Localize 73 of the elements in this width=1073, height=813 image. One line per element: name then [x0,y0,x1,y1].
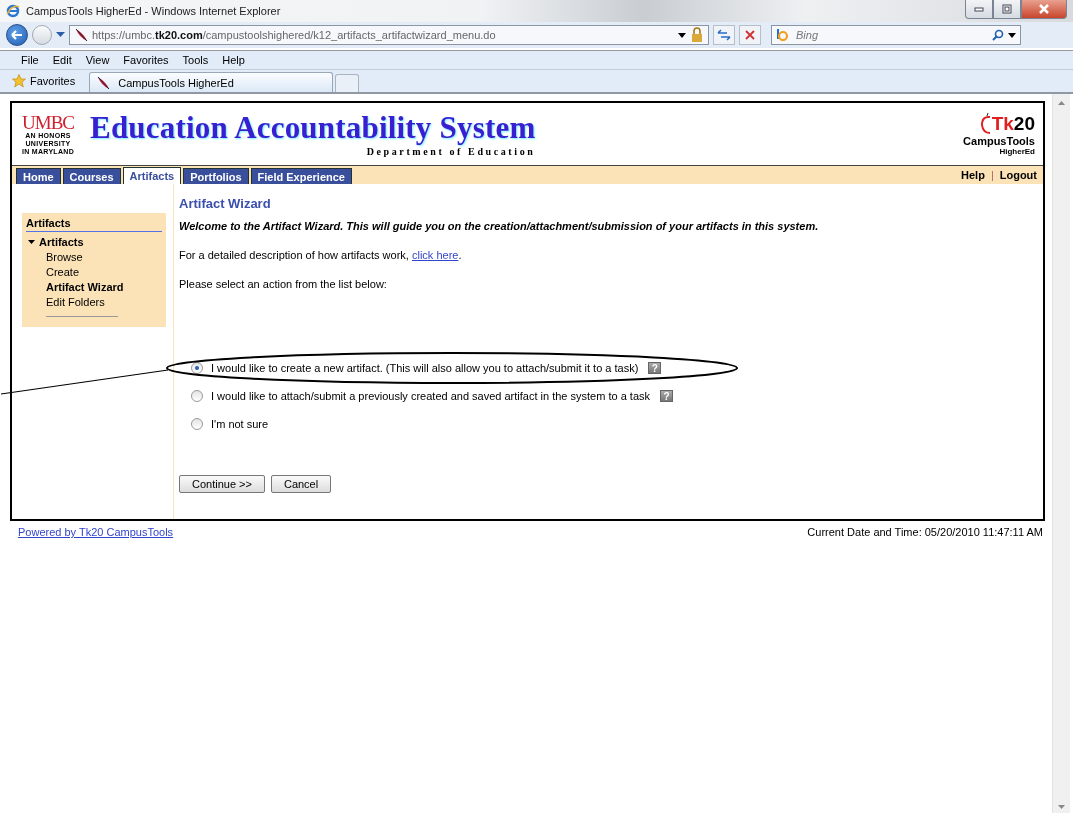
minimize-icon [974,6,984,12]
radio-button[interactable] [191,418,203,430]
close-button[interactable] [1021,0,1067,19]
search-engine-icon [776,29,790,41]
university-logo: UMBC [22,112,74,132]
page-heading: Artifact Wizard [179,196,272,211]
scroll-up-icon[interactable] [1058,100,1065,105]
stop-icon [745,30,755,40]
restore-icon [1002,4,1012,14]
refresh-button[interactable] [713,25,735,45]
nav-tab[interactable]: Portfolios [183,168,249,184]
favorites-button[interactable]: Favorites [12,71,90,91]
minimize-button[interactable] [965,0,993,19]
sidebar-group[interactable]: Artifacts [26,236,162,248]
footer-link[interactable]: Powered by Tk20 CampusTools [18,526,174,538]
address-field[interactable]: https://umbc.tk20.com/campustoolshighered/k12_artifacts_artifactwizard_menu.do [69,25,709,45]
search-icon[interactable] [992,29,1004,41]
scrollbar[interactable] [1052,94,1070,813]
back-button[interactable] [6,24,28,46]
menu-item[interactable]: Edit [45,54,79,66]
browser-icon [6,4,20,18]
form-button[interactable]: Continue >> [179,475,265,493]
menu-item[interactable]: View [78,54,117,66]
menu-item[interactable]: Tools [175,54,216,66]
scroll-down-icon[interactable] [1058,804,1065,809]
nav-tab[interactable]: Courses [62,168,121,184]
menu-item[interactable]: Help [215,54,252,66]
brand-logo: Tk20 [991,113,1035,134]
sidebar-heading: Artifacts [26,217,162,232]
restore-button[interactable] [993,0,1021,19]
close-icon [1038,4,1050,14]
dropdown-icon[interactable] [1008,32,1016,38]
option-label: I would like to attach/submit a previously created and saved artifact in the system to a task [211,390,650,402]
header-link[interactable]: Help [961,169,985,181]
refresh-icon [717,29,731,41]
radio-button[interactable] [191,390,203,402]
sidebar-item[interactable]: Edit Folders [26,295,162,310]
feather-icon [96,75,111,90]
apple-icon [979,112,992,135]
nav-tab[interactable]: Artifacts [122,167,182,184]
option-label: I would like to create a new artifact. (This will also allow you to attach/submit it to a task) [211,362,639,374]
stop-button[interactable] [739,25,761,45]
sidebar-item[interactable]: Create [26,265,162,280]
caret-icon [28,239,35,245]
nav-tab[interactable]: Field Experience [250,168,352,184]
radio-button[interactable] [191,362,203,374]
nav-tab[interactable]: Home [16,168,61,184]
lock-icon [690,27,704,43]
new-tab-button[interactable] [335,74,360,92]
feather-icon [74,28,88,42]
brand-name: CampusTools [963,134,1035,147]
form-button[interactable]: Cancel [270,475,332,493]
site-subtitle: Department of Education [366,146,536,157]
brand-subtitle: HigherEd [999,146,1035,156]
link-separator: | [990,169,994,181]
sidebar-item[interactable]: Artifact Wizard [26,280,162,295]
menu-item[interactable]: File [14,54,46,66]
back-arrow-icon [11,30,23,40]
sidebar-item[interactable]: Browse [26,250,162,265]
browser-tab[interactable]: CampusTools HigherEd [89,72,334,92]
search-field[interactable]: Bing [794,28,988,42]
search-box[interactable]: Bing [771,25,1021,45]
description-text: For a detailed description of how artifacts work, click here. [179,249,463,261]
prompt-text: Please select an action from the list below: [179,278,388,290]
star-icon [12,74,26,88]
welcome-text: Welcome to the Artifact Wizard. This will guide you on the creation/attachment/submission of your artifacts in this system. [179,220,820,232]
menu-item[interactable]: Favorites [116,54,176,66]
window-title: CampusTools HigherEd - Windows Internet Explorer [26,5,281,17]
dropdown-icon[interactable] [678,32,686,38]
date-time: Current Date and Time: 05/20/2010 11:47:11 AM [807,526,1043,538]
header-link[interactable]: Logout [999,169,1037,181]
option-label: I'm not sure [211,418,269,430]
site-title: Education Accountability System [90,111,536,145]
